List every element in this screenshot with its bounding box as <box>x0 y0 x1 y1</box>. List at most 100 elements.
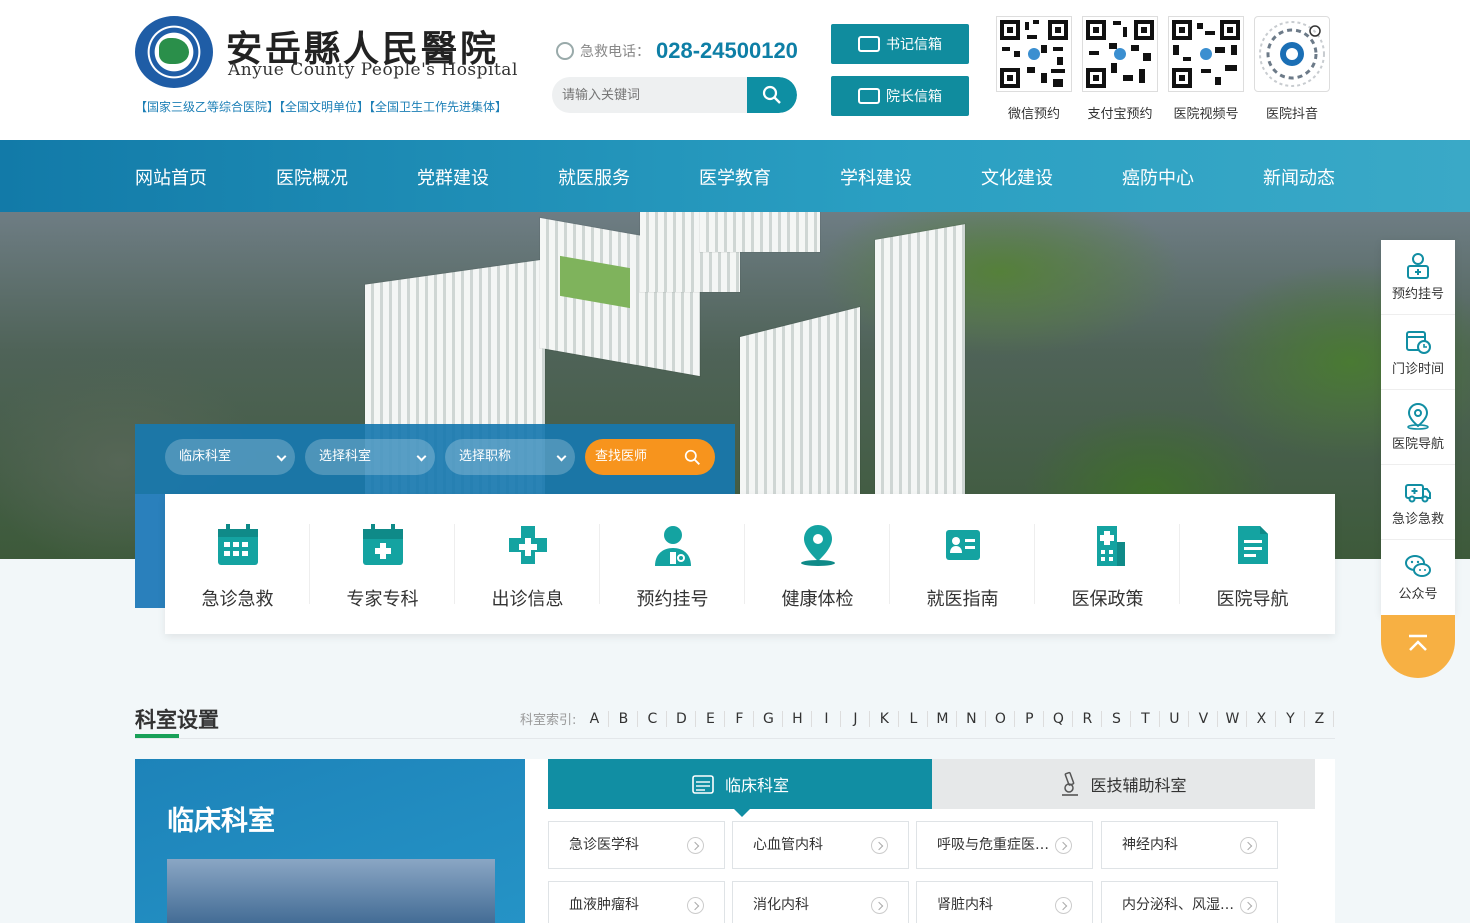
title-select[interactable]: 选择职称 <box>445 439 575 475</box>
index-letter[interactable]: M <box>928 710 958 727</box>
index-letter[interactable]: X <box>1247 710 1277 727</box>
video-channel-qr[interactable] <box>1168 16 1244 92</box>
index-letter[interactable]: T <box>1131 710 1161 727</box>
index-letter[interactable]: G <box>754 710 784 727</box>
secretary-mailbox-button[interactable]: 书记信箱 <box>831 24 969 64</box>
index-letter[interactable]: Z <box>1305 710 1335 727</box>
service-label: 专家专科 <box>346 589 419 610</box>
index-letter[interactable]: L <box>899 710 929 727</box>
find-doctor-button[interactable]: 查找医师 <box>585 439 715 475</box>
service-emergency[interactable]: 急诊急救 <box>165 494 310 634</box>
back-to-top-button[interactable] <box>1381 615 1455 678</box>
search-button[interactable] <box>747 77 797 113</box>
index-letter[interactable]: H <box>783 710 813 727</box>
department-select[interactable]: 选择科室 <box>305 439 435 475</box>
sidebar-booking[interactable]: 预约挂号 <box>1381 240 1455 315</box>
index-letter[interactable]: C <box>638 710 668 727</box>
clinical-type-select[interactable]: 临床科室 <box>165 439 295 475</box>
banner-building <box>700 212 820 252</box>
document-icon <box>1238 526 1268 564</box>
doctor-plus-icon <box>1407 253 1429 279</box>
nav-medical-services[interactable]: 就医服务 <box>558 164 630 190</box>
index-letter[interactable]: B <box>609 710 639 727</box>
index-letter[interactable]: I <box>812 710 842 727</box>
nav-overview[interactable]: 医院概况 <box>276 164 348 190</box>
department-link[interactable]: 神经内科 <box>1101 821 1278 869</box>
nav-education[interactable]: 医学教育 <box>699 164 771 190</box>
index-letter[interactable]: A <box>580 710 610 727</box>
nav-cancer-center[interactable]: 癌防中心 <box>1122 164 1194 190</box>
index-letter[interactable]: K <box>870 710 900 727</box>
medical-cross-icon <box>509 526 547 564</box>
department-value: 选择科室 <box>319 449 372 464</box>
index-letter[interactable]: S <box>1102 710 1132 727</box>
dept-banner-image <box>167 859 495 923</box>
index-letter[interactable]: Y <box>1276 710 1306 727</box>
banner-building <box>875 224 965 520</box>
index-letter[interactable]: E <box>696 710 726 727</box>
search-input[interactable] <box>552 77 747 113</box>
search-icon <box>762 85 781 104</box>
service-label: 健康体检 <box>781 589 854 610</box>
hotline-label: 急救电话： <box>580 44 650 60</box>
department-link[interactable]: 心血管内科 <box>732 821 909 869</box>
mailbox-icon <box>858 36 880 52</box>
department-link[interactable]: 急诊医学科 <box>548 821 725 869</box>
index-letter[interactable]: W <box>1218 710 1248 727</box>
nav-home[interactable]: 网站首页 <box>135 164 207 190</box>
department-link[interactable]: 血液肿瘤科 <box>548 881 725 923</box>
alipay-booking-qr[interactable] <box>1082 16 1158 92</box>
qr-code-icon <box>1172 20 1240 88</box>
index-letter[interactable]: R <box>1073 710 1103 727</box>
index-label: 科室索引: <box>520 713 577 728</box>
douyin-qr[interactable] <box>1254 16 1330 92</box>
sidebar-emergency[interactable]: 急诊急救 <box>1381 465 1455 540</box>
index-letter[interactable]: F <box>725 710 755 727</box>
medical-calendar-icon <box>363 524 403 565</box>
index-letter[interactable]: N <box>957 710 987 727</box>
hospital-honors: 【国家三级乙等综合医院】【全国文明单位】【全国卫生工作先进集体】 <box>135 100 508 114</box>
section-divider <box>135 738 1335 739</box>
nav-news[interactable]: 新闻动态 <box>1263 164 1335 190</box>
phone-icon <box>556 42 574 60</box>
service-schedule[interactable]: 出诊信息 <box>455 494 600 634</box>
wechat-booking-qr[interactable] <box>996 16 1072 92</box>
index-letter[interactable]: Q <box>1044 710 1074 727</box>
title-value: 选择职称 <box>459 449 512 464</box>
service-insurance[interactable]: 医保政策 <box>1035 494 1180 634</box>
ambulance-icon <box>1405 484 1431 503</box>
index-letter[interactable]: O <box>986 710 1016 727</box>
department-link[interactable]: 消化内科 <box>732 881 909 923</box>
sidebar-label: 预约挂号 <box>1391 287 1444 302</box>
index-letter[interactable]: D <box>667 710 697 727</box>
clinical-type-value: 临床科室 <box>179 449 232 464</box>
nav-culture[interactable]: 文化建设 <box>981 164 1053 190</box>
id-card-icon <box>946 530 980 560</box>
department-link[interactable]: 内分泌科、风湿… <box>1101 881 1278 923</box>
service-checkup[interactable]: 健康体检 <box>745 494 890 634</box>
tab-clinical[interactable]: 临床科室 <box>548 759 932 817</box>
service-booking[interactable]: 预约挂号 <box>600 494 745 634</box>
wechat-icon <box>1405 555 1431 577</box>
service-experts[interactable]: 专家专科 <box>310 494 455 634</box>
sidebar-clinic-hours[interactable]: 门诊时间 <box>1381 315 1455 390</box>
service-navigation[interactable]: 医院导航 <box>1180 494 1325 634</box>
nav-party[interactable]: 党群建设 <box>417 164 489 190</box>
service-guide[interactable]: 就医指南 <box>890 494 1035 634</box>
sidebar-navigation[interactable]: 医院导航 <box>1381 390 1455 465</box>
sidebar-wechat-account[interactable]: 公众号 <box>1381 540 1455 615</box>
index-letter[interactable]: U <box>1160 710 1190 727</box>
index-letter[interactable]: J <box>841 710 871 727</box>
departments-title: 科室设置 <box>135 708 219 732</box>
department-link[interactable]: 呼吸与危重症医… <box>916 821 1093 869</box>
index-letter[interactable]: V <box>1189 710 1219 727</box>
service-label: 就医指南 <box>926 589 999 610</box>
department-link[interactable]: 肾脏内科 <box>916 881 1093 923</box>
president-mailbox-button[interactable]: 院长信箱 <box>831 76 969 116</box>
hospital-logo-emblem[interactable] <box>135 16 213 88</box>
tab-medical-technology[interactable]: 医技辅助科室 <box>932 759 1315 809</box>
index-letter[interactable]: P <box>1015 710 1045 727</box>
dept-banner-title: 临床科室 <box>167 806 275 837</box>
page: 安岳縣人民醫院 Anyue County People's Hospital 【… <box>0 0 1470 923</box>
nav-disciplines[interactable]: 学科建设 <box>840 164 912 190</box>
